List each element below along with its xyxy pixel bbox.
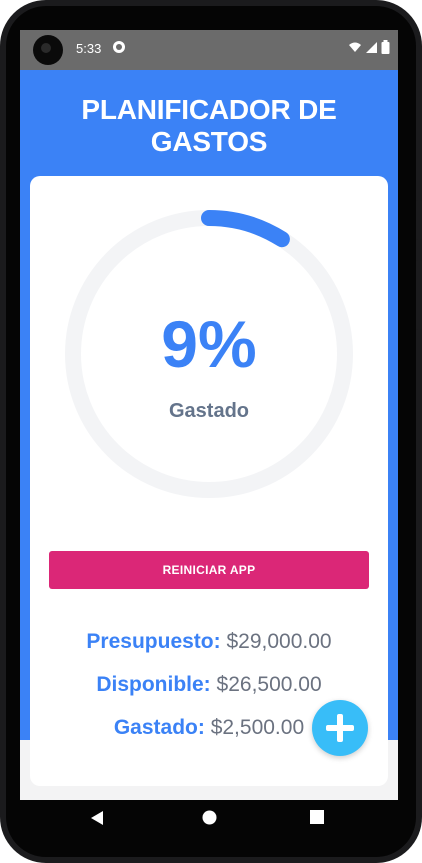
system-nav-bar: [6, 790, 416, 850]
phone-frame: 5:33 PLANIFICADOR DE GASTOS 9% Gastado R…: [0, 0, 422, 863]
presupuesto-value: $29,000.00: [226, 630, 332, 653]
gastado-value: $2,500.00: [210, 716, 305, 739]
app-notification-icon: [113, 41, 125, 53]
disponible-value: $26,500.00: [216, 673, 322, 696]
percent-label: Gastado: [168, 400, 250, 422]
budget-card: 9% Gastado REINICIAR APP Presupuesto: $2…: [30, 176, 388, 786]
page-title: PLANIFICADOR DE GASTOS: [81, 94, 337, 157]
signal-icon: [366, 41, 377, 53]
plus-icon-vertical: [337, 714, 343, 742]
status-icons: [348, 40, 390, 54]
spent-progress-circle: 9% Gastado: [65, 210, 353, 498]
status-time: 5:33: [76, 41, 102, 56]
home-icon[interactable]: [202, 810, 217, 825]
presupuesto-label: Presupuesto:: [86, 630, 221, 653]
back-icon[interactable]: [90, 810, 104, 826]
recents-icon[interactable]: [310, 810, 324, 824]
front-camera-icon: [33, 35, 63, 65]
percent-spent: 9%: [161, 307, 257, 381]
add-expense-button[interactable]: [312, 700, 368, 756]
battery-icon: [381, 40, 390, 54]
wifi-icon: [349, 42, 361, 52]
gastado-label: Gastado:: [113, 716, 205, 739]
reset-app-button[interactable]: REINICIAR APP: [49, 551, 369, 589]
power-button: [416, 260, 422, 330]
screen: 5:33 PLANIFICADOR DE GASTOS 9% Gastado R…: [20, 30, 398, 800]
volume-button: [416, 200, 422, 240]
disponible-label: Disponible:: [96, 673, 211, 696]
status-bar: 5:33: [20, 30, 398, 70]
summary-row-disponible: Disponible: $26,500.00: [30, 671, 388, 698]
summary-row-presupuesto: Presupuesto: $29,000.00: [30, 628, 388, 655]
